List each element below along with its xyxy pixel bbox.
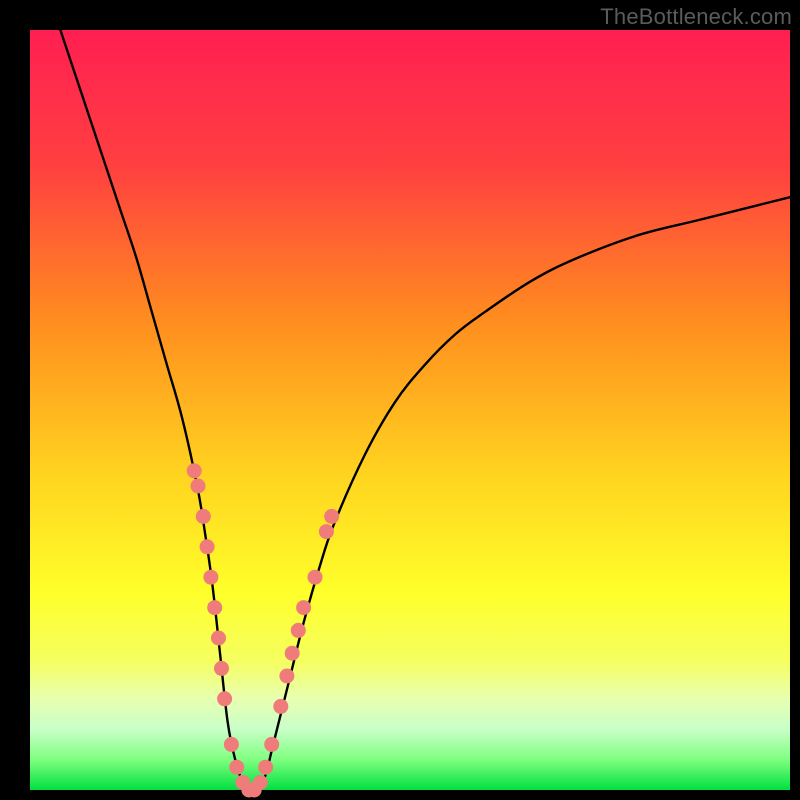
data-marker xyxy=(211,631,226,646)
data-marker xyxy=(258,760,273,775)
data-marker xyxy=(308,570,323,585)
data-marker xyxy=(319,524,334,539)
data-marker xyxy=(196,509,211,524)
data-marker xyxy=(203,570,218,585)
data-marker xyxy=(291,623,306,638)
data-marker xyxy=(200,539,215,554)
data-marker xyxy=(273,699,288,714)
data-marker xyxy=(279,669,294,684)
data-marker xyxy=(296,600,311,615)
data-marker xyxy=(207,600,222,615)
data-marker xyxy=(264,737,279,752)
bottleneck-curve xyxy=(60,30,790,792)
chart-frame: TheBottleneck.com xyxy=(0,0,800,800)
data-marker xyxy=(187,463,202,478)
data-marker xyxy=(191,479,206,494)
chart-svg xyxy=(30,30,790,790)
data-marker xyxy=(285,646,300,661)
data-marker xyxy=(324,509,339,524)
data-marker xyxy=(224,737,239,752)
watermark-text: TheBottleneck.com xyxy=(600,4,792,30)
data-marker xyxy=(217,691,232,706)
data-marker xyxy=(229,760,244,775)
data-markers xyxy=(187,463,340,797)
plot-area xyxy=(30,30,790,790)
data-marker xyxy=(214,661,229,676)
data-marker xyxy=(253,775,268,790)
